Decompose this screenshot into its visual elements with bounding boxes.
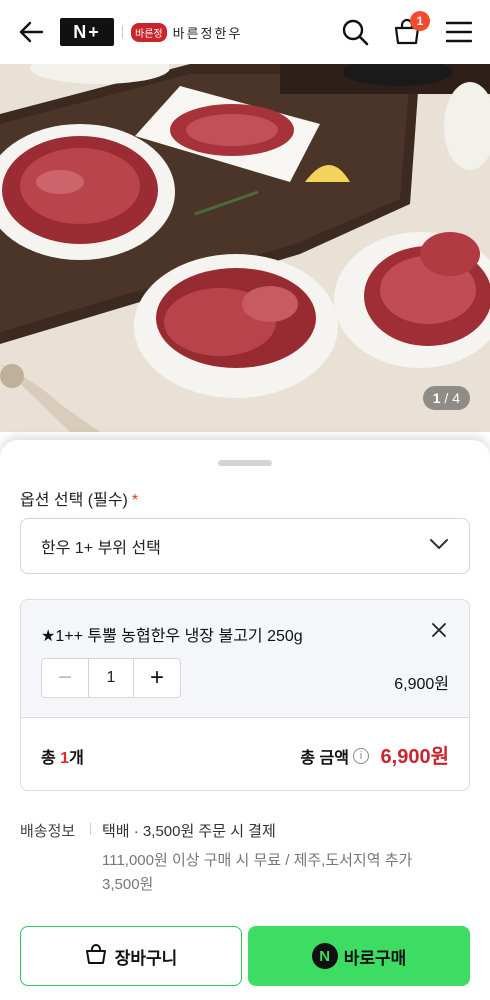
cart-icon[interactable]: 1 xyxy=(392,11,430,47)
add-to-cart-label: 장바구니 xyxy=(114,948,178,968)
option-select[interactable]: 한우 1+ 부위 선택 xyxy=(20,518,470,574)
header-divider xyxy=(122,25,123,39)
option-select-value: 한우 1+ 부위 선택 xyxy=(41,540,161,557)
shipping-label: 배송정보 xyxy=(20,823,76,840)
buy-now-label: 바로구매 xyxy=(343,948,407,968)
top-header: N+ 바른정 바른정한우 1 xyxy=(0,0,490,64)
quantity-stepper: − 1 + xyxy=(41,658,181,698)
shipping-sub: 111,000원 이상 구매 시 무료 / 제주,도서지역 추가 3,500원 xyxy=(102,852,413,893)
cart-count-badge: 1 xyxy=(410,11,430,31)
total-amount-label: 총 금액 i xyxy=(300,744,369,768)
shopping-bag-icon xyxy=(85,943,107,970)
sheet-drag-handle[interactable] xyxy=(218,460,272,466)
decrease-button[interactable]: − xyxy=(42,659,88,697)
shipping-main: 택배 · 3,500원 주문 시 결제 xyxy=(102,823,276,840)
chevron-down-icon xyxy=(429,537,449,555)
required-mark: * xyxy=(131,492,139,509)
selected-item-name: ★1++ 투뿔 농협한우 냉장 불고기 250g xyxy=(41,628,303,645)
search-icon[interactable] xyxy=(340,17,370,47)
close-icon[interactable] xyxy=(427,618,451,642)
quantity-value[interactable]: 1 xyxy=(88,659,134,697)
image-counter: 1 / 4 xyxy=(422,386,470,410)
increase-button[interactable]: + xyxy=(134,659,180,697)
total-count: 총 1개 xyxy=(41,750,84,767)
store-badge: 바른정 xyxy=(131,22,167,42)
selected-item-card: ★1++ 투뿔 농협한우 냉장 불고기 250g − 1 + 6,900원 총 … xyxy=(20,599,470,791)
product-image-carousel[interactable]: 1 / 4 xyxy=(0,64,490,432)
info-icon[interactable]: i xyxy=(353,748,369,764)
back-arrow-icon[interactable] xyxy=(16,17,46,47)
add-to-cart-button[interactable]: 장바구니 xyxy=(20,926,242,986)
option-bottom-sheet: 옵션 선택 (필수) * 한우 1+ 부위 선택 ★1++ 투뿔 농협한우 냉장 … xyxy=(0,440,490,1000)
npay-icon: N xyxy=(311,943,338,969)
menu-icon[interactable] xyxy=(444,17,474,47)
buy-now-button[interactable]: N 바로구매 xyxy=(248,926,470,986)
option-section-title: 옵션 선택 (필수) * xyxy=(20,492,139,509)
store-name[interactable]: 바른정한우 xyxy=(173,23,243,42)
total-amount-value: 6,900원 xyxy=(380,746,449,768)
shipping-divider xyxy=(90,823,91,835)
nplus-logo[interactable]: N+ xyxy=(60,18,114,46)
selected-item-price: 6,900원 xyxy=(394,676,449,693)
product-photo xyxy=(0,64,490,432)
